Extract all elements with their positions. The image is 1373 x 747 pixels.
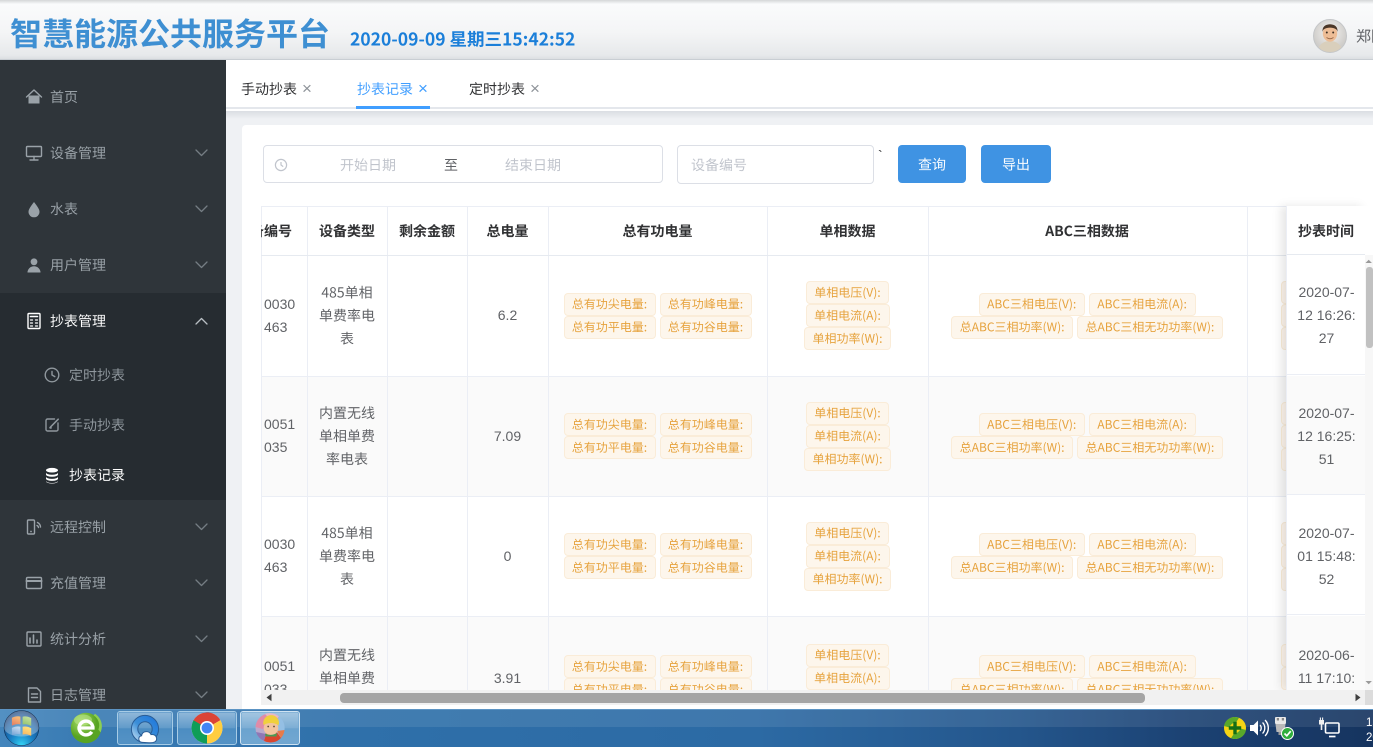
svg-text:2020/9/9: 2020/9/9 [1366,732,1373,744]
svg-text:15:43: 15:43 [1366,717,1373,729]
